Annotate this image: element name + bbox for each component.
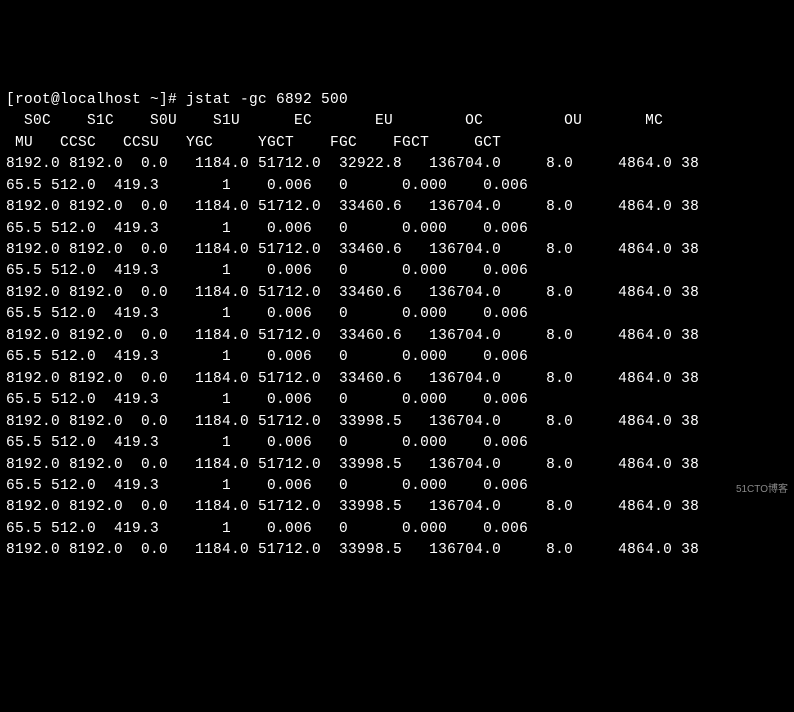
- watermark-text: 51CTO博客: [736, 483, 788, 498]
- data-row: 8192.0 8192.0 0.0 1184.0 51712.0 33460.6…: [6, 328, 699, 344]
- data-row: 65.5 512.0 419.3 1 0.006 0 0.000 0.006: [6, 306, 528, 322]
- data-row: 8192.0 8192.0 0.0 1184.0 51712.0 33460.6…: [6, 285, 699, 301]
- data-row: 8192.0 8192.0 0.0 1184.0 51712.0 33460.6…: [6, 242, 699, 258]
- data-row: 8192.0 8192.0 0.0 1184.0 51712.0 33998.5…: [6, 499, 699, 515]
- data-row: 65.5 512.0 419.3 1 0.006 0 0.000 0.006: [6, 263, 528, 279]
- data-row: 8192.0 8192.0 0.0 1184.0 51712.0 33460.6…: [6, 371, 699, 387]
- data-row: 65.5 512.0 419.3 1 0.006 0 0.000 0.006: [6, 178, 528, 194]
- data-row: 65.5 512.0 419.3 1 0.006 0 0.000 0.006: [6, 435, 528, 451]
- data-row: 65.5 512.0 419.3 1 0.006 0 0.000 0.006: [6, 221, 528, 237]
- data-row: 65.5 512.0 419.3 1 0.006 0 0.000 0.006: [6, 392, 528, 408]
- data-row: 65.5 512.0 419.3 1 0.006 0 0.000 0.006: [6, 478, 528, 494]
- data-row: 65.5 512.0 419.3 1 0.006 0 0.000 0.006: [6, 521, 528, 537]
- terminal-output: [root@localhost ~]# jstat -gc 6892 500 S…: [6, 90, 788, 562]
- shell-prompt: [root@localhost ~]#: [6, 92, 186, 108]
- header-line-1: S0C S1C S0U S1U EC EU OC OU MC: [6, 113, 663, 129]
- header-line-2: MU CCSC CCSU YGC YGCT FGC FGCT GCT: [6, 135, 501, 151]
- data-row: 8192.0 8192.0 0.0 1184.0 51712.0 33998.5…: [6, 414, 699, 430]
- data-row: 8192.0 8192.0 0.0 1184.0 51712.0 33998.5…: [6, 457, 699, 473]
- data-row: 8192.0 8192.0 0.0 1184.0 51712.0 32922.8…: [6, 156, 699, 172]
- data-row: 8192.0 8192.0 0.0 1184.0 51712.0 33998.5…: [6, 542, 699, 558]
- data-row: 65.5 512.0 419.3 1 0.006 0 0.000 0.006: [6, 349, 528, 365]
- command-text: jstat -gc 6892 500: [186, 92, 348, 108]
- data-row: 8192.0 8192.0 0.0 1184.0 51712.0 33460.6…: [6, 199, 699, 215]
